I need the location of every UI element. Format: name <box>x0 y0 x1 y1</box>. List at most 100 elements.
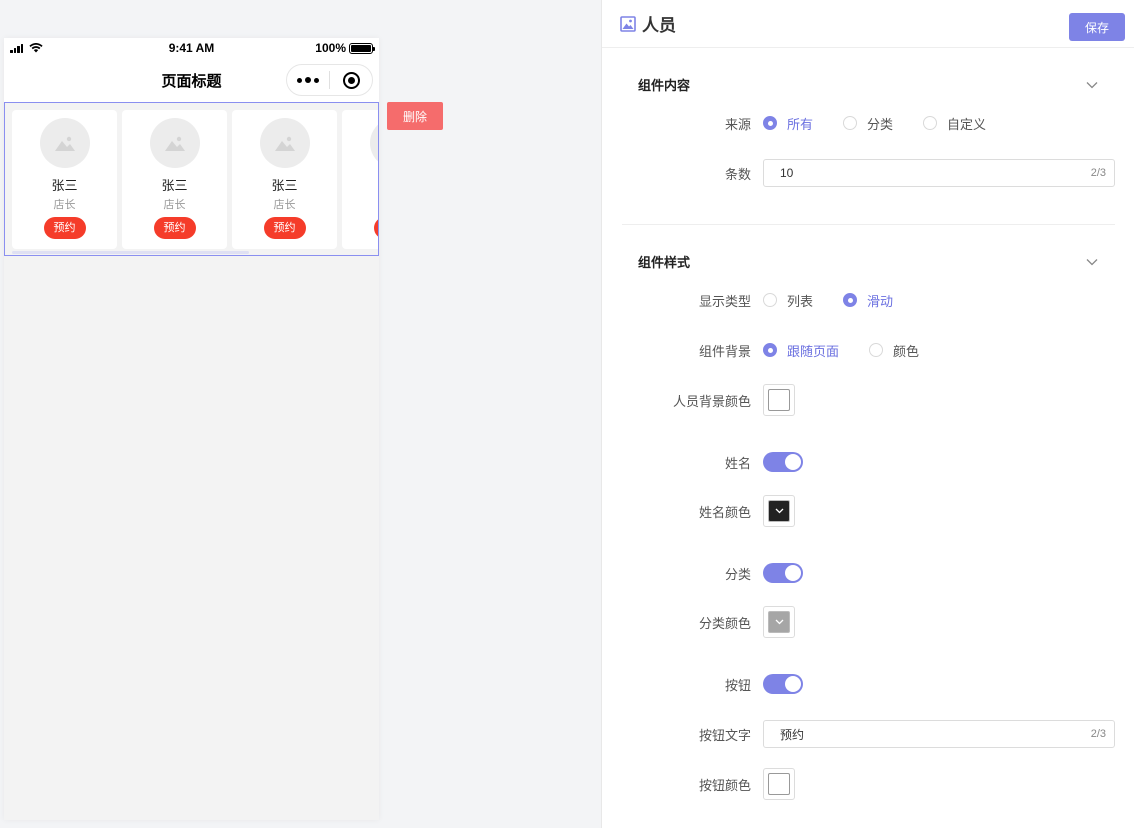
chevron-down-icon <box>775 508 783 514</box>
field-label: 姓名颜色 <box>698 505 751 521</box>
input-value: 10 <box>780 166 794 180</box>
category-color-picker[interactable] <box>763 606 795 638</box>
scrollbar-thumb[interactable] <box>12 251 249 254</box>
image-icon <box>620 15 636 32</box>
section-title: 组件内容 <box>638 79 691 94</box>
radio-icon <box>763 116 777 130</box>
button-toggle-row: 按钮 <box>602 674 1134 694</box>
staff-role: 店长 <box>163 198 186 211</box>
radio-icon <box>843 116 858 130</box>
radio-icon <box>763 293 777 307</box>
mini-program-capsule <box>286 64 373 96</box>
field-label: 姓名 <box>724 456 751 472</box>
chevron-down-icon <box>775 619 783 625</box>
staff-role: 店长 <box>53 198 76 211</box>
panel-header: 人员 保存 <box>602 0 1134 48</box>
radio-option[interactable]: 分类 <box>843 114 893 133</box>
book-button[interactable]: 预约 <box>373 217 378 239</box>
status-time: 9:41 AM <box>168 41 215 55</box>
avatar-placeholder-icon <box>149 118 200 168</box>
settings-panel: 人员 保存 组件内容 来源 所有 分类 自定义 条数 10 2/3 组件样式 显示类… <box>601 0 1134 828</box>
radio-option[interactable]: 列表 <box>763 291 813 310</box>
radio-option[interactable]: 所有 <box>763 114 813 133</box>
section-divider <box>622 224 1115 225</box>
radio-icon <box>869 343 884 357</box>
background-radio-group: 跟随页面 颜色 <box>763 341 949 360</box>
count-row: 条数 10 2/3 <box>602 159 1134 187</box>
radio-option[interactable]: 滑动 <box>843 291 893 310</box>
staff-card[interactable]: 张三店长预约 <box>122 110 227 249</box>
chevron-down-icon[interactable] <box>1086 81 1098 89</box>
horizontal-scrollbar[interactable] <box>12 251 371 254</box>
panel-title: 人员 <box>642 16 676 36</box>
count-input[interactable]: 10 2/3 <box>763 159 1115 187</box>
button-color-picker[interactable] <box>763 768 795 800</box>
staff-card[interactable]: 张三店长预约 <box>232 110 337 249</box>
category-switch[interactable] <box>763 563 803 583</box>
input-value: 预约 <box>780 727 805 742</box>
background-row: 组件背景 跟随页面 颜色 <box>602 340 1134 360</box>
field-label: 分类颜色 <box>698 616 751 632</box>
section-title: 组件样式 <box>638 256 691 271</box>
char-counter: 2/3 <box>1090 728 1106 740</box>
radio-icon <box>923 116 938 130</box>
radio-label: 跟随页面 <box>787 344 840 360</box>
battery-fill <box>351 44 371 52</box>
field-label: 分类 <box>724 567 751 583</box>
field-label: 条数 <box>724 167 751 183</box>
field-label: 人员背景颜色 <box>672 394 751 410</box>
save-button[interactable]: 保存 <box>1069 13 1125 41</box>
radio-option[interactable]: 自定义 <box>923 114 986 133</box>
staff-role: 店长 <box>273 198 296 211</box>
radio-label: 列表 <box>787 294 814 310</box>
color-preview <box>768 773 790 795</box>
field-label: 显示类型 <box>698 294 751 310</box>
category-toggle-row: 分类 <box>602 563 1134 583</box>
field-label: 来源 <box>724 117 751 133</box>
person-bg-color-row: 人员背景颜色 <box>602 384 1134 416</box>
radio-label: 所有 <box>787 117 814 133</box>
category-color-row: 分类颜色 <box>602 606 1134 638</box>
avatar-placeholder-icon <box>259 118 310 168</box>
radio-option[interactable]: 跟随页面 <box>763 341 839 360</box>
delete-button[interactable]: 删除 <box>387 102 443 130</box>
staff-component-selected[interactable]: 张三店长预约张三店长预约张三店长预约张三店长预约 <box>4 102 379 256</box>
radio-icon <box>763 343 777 357</box>
book-button[interactable]: 预约 <box>153 217 196 239</box>
field-label: 按钮颜色 <box>698 778 751 794</box>
radio-label: 滑动 <box>867 294 894 310</box>
button-switch[interactable] <box>763 674 803 694</box>
button-color-row: 按钮颜色 <box>602 768 1134 800</box>
name-toggle-row: 姓名 <box>602 452 1134 472</box>
avatar-placeholder-icon <box>39 118 90 168</box>
radio-label: 颜色 <box>893 344 920 360</box>
phone-preview: 9:41 AM 100% 页面标题 张三店长预约张三店长预约张三店长预约张三店长… <box>4 38 379 820</box>
nav-bar: 页面标题 <box>4 58 379 102</box>
section-style-header[interactable]: 组件样式 <box>638 252 1098 271</box>
display-type-radio-group: 列表 滑动 <box>763 291 923 310</box>
book-button[interactable]: 预约 <box>263 217 306 239</box>
chevron-down-icon[interactable] <box>1086 258 1098 266</box>
color-preview <box>768 611 790 633</box>
name-color-picker[interactable] <box>763 495 795 527</box>
radio-icon <box>843 293 858 307</box>
person-bg-color-picker[interactable] <box>763 384 795 416</box>
section-content-header[interactable]: 组件内容 <box>638 75 1098 94</box>
color-preview <box>768 389 790 411</box>
staff-name: 张三 <box>271 179 298 194</box>
source-radio-group: 所有 分类 自定义 <box>763 114 1016 133</box>
staff-card[interactable]: 张三店长预约 <box>342 110 378 249</box>
book-button[interactable]: 预约 <box>43 217 86 239</box>
field-label: 按钮 <box>724 678 751 694</box>
name-switch[interactable] <box>763 452 803 472</box>
color-preview <box>768 500 790 522</box>
more-icon[interactable] <box>287 77 329 83</box>
button-text-input[interactable]: 预约 2/3 <box>763 720 1115 748</box>
close-target-icon[interactable] <box>330 71 372 89</box>
field-label: 按钮文字 <box>698 728 751 744</box>
staff-card[interactable]: 张三店长预约 <box>12 110 117 249</box>
status-bar: 9:41 AM 100% <box>4 38 379 58</box>
radio-option[interactable]: 颜色 <box>869 341 919 360</box>
radio-label: 分类 <box>867 117 894 133</box>
field-label: 组件背景 <box>698 344 751 360</box>
